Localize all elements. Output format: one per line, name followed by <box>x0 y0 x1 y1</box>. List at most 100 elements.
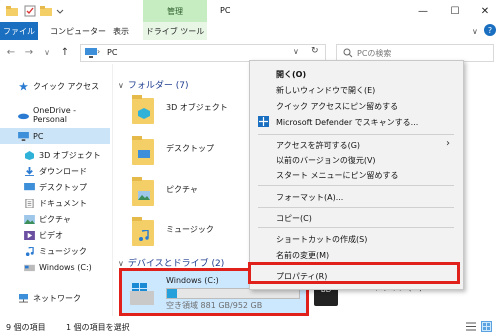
tab-computer[interactable]: コンピューター <box>50 22 106 40</box>
sidebar-item-quick-access[interactable]: クイック アクセス <box>18 78 110 94</box>
sidebar-item-videos[interactable]: ビデオ <box>24 227 110 243</box>
submenu-arrow-icon: › <box>446 138 450 149</box>
cube-icon <box>138 108 150 119</box>
desktop-icon <box>24 182 35 190</box>
sidebar-label: ミュージック <box>39 246 87 256</box>
folder-label: デスクトップ <box>166 144 214 153</box>
path-separator: › <box>97 47 101 56</box>
ribbon-expand-icon[interactable]: ∨ <box>472 22 478 40</box>
highlight-properties <box>248 262 460 284</box>
menu-item-copy[interactable]: コピー(C) <box>276 213 312 224</box>
sidebar-item-desktop[interactable]: デスクトップ <box>24 179 110 195</box>
sidebar-label: ピクチャ <box>39 214 71 224</box>
sidebar-label: ネットワーク <box>33 293 81 303</box>
sidebar-item-pictures[interactable]: ピクチャ <box>24 211 110 227</box>
sidebar-label: クイック アクセス <box>33 81 100 91</box>
cloud-icon <box>18 113 29 119</box>
properties-icon[interactable] <box>24 5 36 17</box>
new-folder-icon[interactable] <box>40 5 52 17</box>
menu-item-pin-start[interactable]: スタート メニューにピン留めする <box>276 170 399 181</box>
menu-item-defender-scan[interactable]: Microsoft Defender でスキャンする... <box>276 117 418 128</box>
details-view-icon[interactable] <box>466 322 476 331</box>
selection-count: 1 個の項目を選択 <box>66 323 130 332</box>
tab-view[interactable]: 表示 <box>113 22 129 40</box>
menu-item-open-new-window[interactable]: 新しいウィンドウで開く(E) <box>276 85 375 96</box>
menu-separator <box>258 185 454 186</box>
menu-separator <box>258 227 454 228</box>
navigation-pane: クイック アクセス OneDrive - Personal PC 3D オブジェ… <box>0 68 110 316</box>
folder-label: 3D オブジェクト <box>166 103 228 112</box>
sidebar-label: Windows (C:) <box>39 262 92 272</box>
menu-separator <box>258 207 454 208</box>
sidebar-label: ダウンロード <box>39 166 87 176</box>
forward-icon[interactable]: → <box>22 45 36 59</box>
folder-music[interactable]: ミュージック <box>132 216 252 246</box>
document-icon <box>25 198 34 208</box>
back-icon[interactable]: ← <box>4 45 18 59</box>
folder-icon[interactable] <box>6 5 18 17</box>
sidebar-item-network[interactable]: ネットワーク <box>18 290 110 306</box>
network-icon <box>19 293 28 303</box>
help-icon[interactable]: ? <box>484 24 496 36</box>
refresh-icon[interactable]: ↻ <box>311 46 319 56</box>
download-icon <box>25 166 34 176</box>
drive-icon <box>24 264 35 271</box>
folders-header-label: フォルダー (7) <box>127 81 189 91</box>
folder-icon <box>132 177 154 206</box>
sidebar-item-onedrive[interactable]: OneDrive - Personal <box>18 106 110 124</box>
sidebar-item-documents[interactable]: ドキュメント <box>24 195 110 211</box>
menu-item-restore-versions[interactable]: 以前のバージョンの復元(V) <box>276 155 376 166</box>
folder-icon <box>132 136 154 165</box>
maximize-button[interactable]: ☐ <box>440 0 470 22</box>
picture-icon <box>138 191 150 200</box>
large-icons-view-icon[interactable] <box>481 321 492 332</box>
tab-file[interactable]: ファイル <box>0 22 38 40</box>
minimize-button[interactable]: — <box>408 0 438 22</box>
pc-icon <box>85 48 97 58</box>
up-icon[interactable]: ↑ <box>58 45 72 59</box>
recent-locations-icon[interactable]: ∨ <box>40 45 54 59</box>
sidebar-item-windows-c[interactable]: Windows (C:) <box>24 259 110 275</box>
collapse-icon: ∨ <box>118 259 124 268</box>
folder-3d-objects[interactable]: 3D オブジェクト <box>132 94 252 124</box>
tab-drive-tools[interactable]: ドライブ ツール <box>143 22 207 40</box>
defender-icon <box>258 116 269 127</box>
pane-divider <box>112 64 113 316</box>
menu-item-format[interactable]: フォーマット(A)... <box>276 192 343 203</box>
sidebar-item-pc[interactable]: PC <box>0 128 110 144</box>
pc-icon <box>18 131 29 141</box>
sidebar-item-3d-objects[interactable]: 3D オブジェクト <box>24 147 110 163</box>
close-button[interactable]: ✕ <box>470 0 500 22</box>
sidebar-label: 3D オブジェクト <box>39 150 101 160</box>
search-icon <box>343 48 353 58</box>
dropdown-icon[interactable] <box>56 7 64 15</box>
address-path[interactable]: PC <box>107 48 117 57</box>
menu-item-give-access[interactable]: アクセスを許可する(G) <box>276 140 360 151</box>
search-placeholder: PCの検索 <box>357 49 392 58</box>
desktop-icon <box>138 150 150 158</box>
item-count: 9 個の項目 <box>6 323 46 332</box>
collapse-icon: ∨ <box>118 81 124 90</box>
menu-item-open[interactable]: 開く(O) <box>276 69 306 80</box>
star-icon <box>19 81 28 91</box>
video-icon <box>24 230 35 240</box>
quick-access-toolbar <box>4 3 74 19</box>
sidebar-item-music[interactable]: ミュージック <box>24 243 110 259</box>
folder-pictures[interactable]: ピクチャ <box>132 176 252 206</box>
address-history-icon[interactable]: ∨ <box>293 47 299 56</box>
window-title: PC <box>220 6 231 15</box>
context-menu: 開く(O) 新しいウィンドウで開く(E) クイック アクセスにピン留めする Mi… <box>249 60 464 290</box>
menu-item-create-shortcut[interactable]: ショートカットの作成(S) <box>276 234 367 245</box>
picture-icon <box>24 214 35 224</box>
manage-tab[interactable]: 管理 <box>143 0 207 22</box>
folders-section-header[interactable]: ∨ フォルダー (7) <box>118 78 188 91</box>
sidebar-label: ドキュメント <box>39 198 87 208</box>
music-icon <box>25 246 34 256</box>
folder-icon <box>132 217 154 246</box>
folder-desktop[interactable]: デスクトップ <box>132 135 252 165</box>
menu-separator <box>258 134 454 135</box>
menu-item-pin-quick-access[interactable]: クイック アクセスにピン留めする <box>276 101 398 112</box>
sidebar-item-downloads[interactable]: ダウンロード <box>24 163 110 179</box>
menu-item-rename[interactable]: 名前の変更(M) <box>276 250 329 261</box>
sidebar-label: PC <box>33 131 44 141</box>
